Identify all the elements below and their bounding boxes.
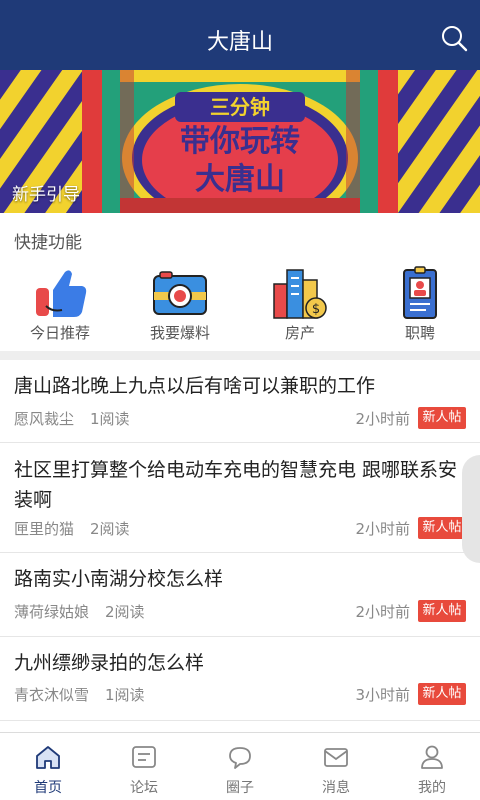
post-item[interactable]: 社区里打算整个给电动车充电的智慧充电 跟哪联系安装啊 匣里的猫 2阅读 2小时前 … [0, 443, 480, 553]
banner[interactable]: 三分钟 带你玩转 大唐山 新手引导 [0, 70, 480, 213]
quick-item-realestate[interactable]: $ 房产 [240, 262, 360, 350]
svg-text:$: $ [312, 302, 320, 317]
banner-line3: 大唐山 [195, 162, 285, 197]
quick-item-label: 房产 [284, 324, 315, 342]
post-time: 2小时前 [355, 603, 410, 621]
new-user-badge: 新人帖 [418, 600, 466, 622]
home-icon [36, 746, 60, 769]
search-button[interactable] [440, 24, 468, 52]
buildings-icon: $ [273, 269, 327, 319]
post-title[interactable]: 社区里打算整个给电动车充电的智慧充电 跟哪联系安装啊 [14, 455, 468, 515]
tab-forum[interactable]: 论坛 [96, 733, 192, 800]
post-item[interactable]: 唐山路北晚上九点以后有啥可以兼职的工作 愿风裁尘 1阅读 2小时前 新人帖 [0, 360, 480, 443]
post-meta: 薄荷绿姑娘 2阅读 [14, 601, 145, 622]
post-reads: 2阅读 [90, 520, 130, 538]
post-time: 3小时前 [355, 686, 410, 704]
tab-home[interactable]: 首页 [0, 733, 96, 800]
post-reads: 1阅读 [105, 686, 145, 704]
quick-item-jobs[interactable]: 职聘 [360, 262, 480, 350]
post-item[interactable]: 九州缥缈录拍的怎么样 青衣沐似雪 1阅读 3小时前 新人帖 [0, 637, 480, 721]
post-author: 匣里的猫 [14, 520, 75, 538]
new-user-badge: 新人帖 [418, 517, 466, 539]
tab-label: 论坛 [130, 780, 158, 796]
post-author: 薄荷绿姑娘 [14, 603, 90, 621]
tab-label: 消息 [322, 780, 350, 796]
app-header: 大唐山 [0, 0, 480, 70]
user-icon [421, 745, 443, 769]
banner-caption: 新手引导 [12, 185, 80, 205]
quick-item-recommend[interactable]: 今日推荐 [0, 262, 120, 350]
post-author: 愿风裁尘 [14, 410, 75, 428]
post-author: 青衣沐似雪 [14, 686, 90, 704]
mail-icon [324, 748, 348, 767]
camera-icon [153, 271, 207, 315]
quick-item-label: 我要爆料 [149, 324, 210, 342]
bottom-tab-bar: 首页 论坛 圈子 消息 我的 [0, 732, 480, 800]
banner-line1: 三分钟 [210, 95, 270, 119]
post-meta: 青衣沐似雪 1阅读 [14, 684, 145, 705]
quick-functions: 今日推荐 我要爆料 $ 房产 职聘 [0, 262, 480, 350]
quick-item-label: 今日推荐 [29, 324, 90, 342]
side-drawer-handle[interactable] [462, 455, 480, 563]
new-user-badge: 新人帖 [418, 683, 466, 705]
post-reads: 2阅读 [105, 603, 145, 621]
section-divider [0, 351, 480, 360]
id-badge-icon [403, 266, 437, 319]
post-title[interactable]: 路南实小南湖分校怎么样 [14, 564, 468, 594]
tab-label: 首页 [34, 780, 62, 796]
tab-label: 圈子 [226, 780, 254, 796]
tab-circle[interactable]: 圈子 [192, 733, 288, 800]
chat-bubble-icon [229, 747, 251, 769]
post-meta: 匣里的猫 2阅读 [14, 518, 130, 539]
post-item[interactable]: 路南实小南湖分校怎么样 薄荷绿姑娘 2阅读 2小时前 新人帖 [0, 553, 480, 637]
banner-line2: 带你玩转 [180, 124, 300, 159]
quick-functions-title: 快捷功能 [14, 233, 82, 253]
post-title[interactable]: 九州缥缈录拍的怎么样 [14, 648, 468, 678]
post-time: 2小时前 [355, 520, 410, 538]
quick-item-report[interactable]: 我要爆料 [120, 262, 240, 350]
forum-icon [132, 746, 156, 768]
tab-label: 我的 [418, 780, 446, 796]
page-title: 大唐山 [206, 30, 273, 55]
new-user-badge: 新人帖 [418, 407, 466, 429]
post-meta: 愿风裁尘 1阅读 [14, 408, 130, 429]
thumbs-up-icon [36, 270, 87, 317]
post-title[interactable]: 唐山路北晚上九点以后有啥可以兼职的工作 [14, 371, 468, 401]
post-reads: 1阅读 [90, 410, 130, 428]
quick-item-label: 职聘 [404, 324, 435, 342]
search-icon [442, 26, 468, 52]
tab-messages[interactable]: 消息 [288, 733, 384, 800]
tab-profile[interactable]: 我的 [384, 733, 480, 800]
post-time: 2小时前 [355, 410, 410, 428]
